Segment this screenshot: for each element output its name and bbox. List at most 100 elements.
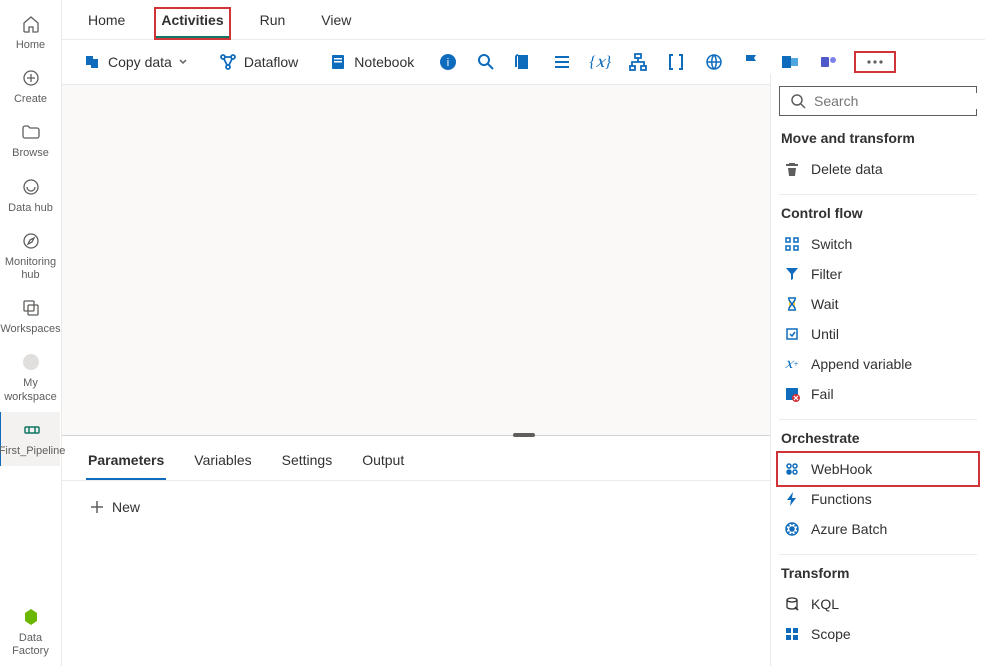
rail-workspaces[interactable]: Workspaces: [3, 290, 59, 344]
info-icon[interactable]: i: [438, 52, 458, 72]
folder-icon: [19, 120, 43, 144]
search-icon: [790, 93, 806, 109]
rail-label: Monitoring hub: [3, 256, 59, 282]
kql-icon: [783, 595, 801, 613]
rail-data-factory[interactable]: Data Factory: [3, 599, 59, 666]
activity-until[interactable]: Until: [779, 319, 977, 349]
until-icon: [783, 325, 801, 343]
activity-delete-data[interactable]: Delete data: [779, 154, 977, 184]
section-control-flow: Control flow: [781, 205, 977, 221]
filter-icon: [783, 265, 801, 283]
flag-icon[interactable]: [742, 52, 762, 72]
activity-azure-batch[interactable]: Azure Batch: [779, 514, 977, 544]
ellipsis-icon: [866, 59, 884, 65]
variable-icon[interactable]: {𝑥}: [590, 52, 610, 72]
rail-pipeline[interactable]: First_Pipeline: [0, 412, 60, 466]
activity-label: Until: [811, 326, 839, 342]
btab-output[interactable]: Output: [360, 448, 406, 480]
teams-icon[interactable]: [818, 52, 838, 72]
rail-label: First_Pipeline: [0, 445, 65, 458]
tab-activities[interactable]: Activities: [155, 8, 229, 39]
activity-search[interactable]: [779, 86, 977, 116]
variable-add-icon: 𝑥+: [783, 355, 801, 373]
script-icon[interactable]: [514, 52, 534, 72]
rail-monitoring[interactable]: Monitoring hub: [3, 223, 59, 290]
activity-webhook[interactable]: WebHook: [779, 454, 977, 484]
onelake-icon: [19, 175, 43, 199]
activity-search-input[interactable]: [814, 93, 985, 109]
rail-label: Browse: [12, 147, 49, 160]
dataflow-button[interactable]: Dataflow: [212, 48, 304, 76]
toolbar-label: Copy data: [108, 54, 172, 70]
rail-browse[interactable]: Browse: [3, 114, 59, 168]
rail-create[interactable]: Create: [3, 60, 59, 114]
functions-icon: [783, 490, 801, 508]
compass-icon: [19, 229, 43, 253]
activity-scope[interactable]: Scope: [779, 619, 977, 649]
tab-home[interactable]: Home: [82, 8, 131, 39]
svg-text:i: i: [447, 57, 449, 69]
batch-icon: [783, 520, 801, 538]
tab-view[interactable]: View: [315, 8, 357, 39]
activity-kql[interactable]: KQL: [779, 589, 977, 619]
btab-parameters[interactable]: Parameters: [86, 448, 166, 480]
switch-icon: [783, 235, 801, 253]
pipeline-icon: [20, 418, 44, 442]
search-icon[interactable]: [476, 52, 496, 72]
activity-append-variable[interactable]: 𝑥+ Append variable: [779, 349, 977, 379]
activity-label: Functions: [811, 491, 872, 507]
activity-label: Filter: [811, 266, 842, 282]
section-transform: Transform: [781, 565, 977, 581]
activity-label: Delete data: [811, 161, 883, 177]
section-move-transform: Move and transform: [781, 130, 977, 146]
hierarchy-icon[interactable]: [628, 52, 648, 72]
rail-myworkspace[interactable]: My workspace: [3, 344, 59, 411]
activity-functions[interactable]: Functions: [779, 484, 977, 514]
list-icon[interactable]: [552, 52, 572, 72]
rail-label: Create: [14, 93, 47, 106]
rail-home[interactable]: Home: [3, 6, 59, 60]
more-activities-button[interactable]: [856, 53, 894, 71]
rail-datahub[interactable]: Data hub: [3, 169, 59, 223]
globe-icon[interactable]: [704, 52, 724, 72]
activity-label: Scope: [811, 626, 851, 642]
activity-label: Append variable: [811, 356, 912, 372]
activity-label: Switch: [811, 236, 852, 252]
home-icon: [19, 12, 43, 36]
notebook-button[interactable]: Notebook: [322, 48, 420, 76]
rail-label: Data Factory: [3, 632, 59, 658]
section-orchestrate: Orchestrate: [781, 430, 977, 446]
avatar-icon: [19, 350, 43, 374]
new-label: New: [112, 499, 140, 515]
activity-label: Wait: [811, 296, 838, 312]
outlook-icon[interactable]: [780, 52, 800, 72]
trash-icon: [783, 160, 801, 178]
webhook-icon: [783, 460, 801, 478]
plus-icon: [90, 500, 104, 514]
btab-settings[interactable]: Settings: [280, 448, 335, 480]
activities-flyout: Move and transform Delete data Control f…: [770, 74, 985, 666]
toolbar-label: Dataflow: [244, 54, 298, 70]
workspaces-icon: [19, 296, 43, 320]
copy-data-button[interactable]: Copy data: [76, 48, 194, 76]
fail-icon: [783, 385, 801, 403]
rail-label: Data hub: [8, 202, 53, 215]
rail-label: My workspace: [3, 377, 59, 403]
copy-data-icon: [82, 52, 102, 72]
scope-icon: [783, 625, 801, 643]
activity-fail[interactable]: Fail: [779, 379, 977, 409]
activity-switch[interactable]: Switch: [779, 229, 977, 259]
rail-label: Workspaces: [0, 323, 60, 336]
bracket-icon[interactable]: [666, 52, 686, 72]
activity-filter[interactable]: Filter: [779, 259, 977, 289]
activity-label: WebHook: [811, 461, 872, 477]
chevron-down-icon: [178, 57, 188, 67]
splitter-handle[interactable]: [513, 433, 535, 437]
left-rail: Home Create Browse Data hub Monitoring h…: [0, 0, 62, 666]
notebook-icon: [328, 52, 348, 72]
tab-run[interactable]: Run: [254, 8, 292, 39]
dataflow-icon: [218, 52, 238, 72]
activity-wait[interactable]: Wait: [779, 289, 977, 319]
btab-variables[interactable]: Variables: [192, 448, 253, 480]
main-area: Home Activities Run View Copy data Dataf…: [62, 0, 985, 666]
